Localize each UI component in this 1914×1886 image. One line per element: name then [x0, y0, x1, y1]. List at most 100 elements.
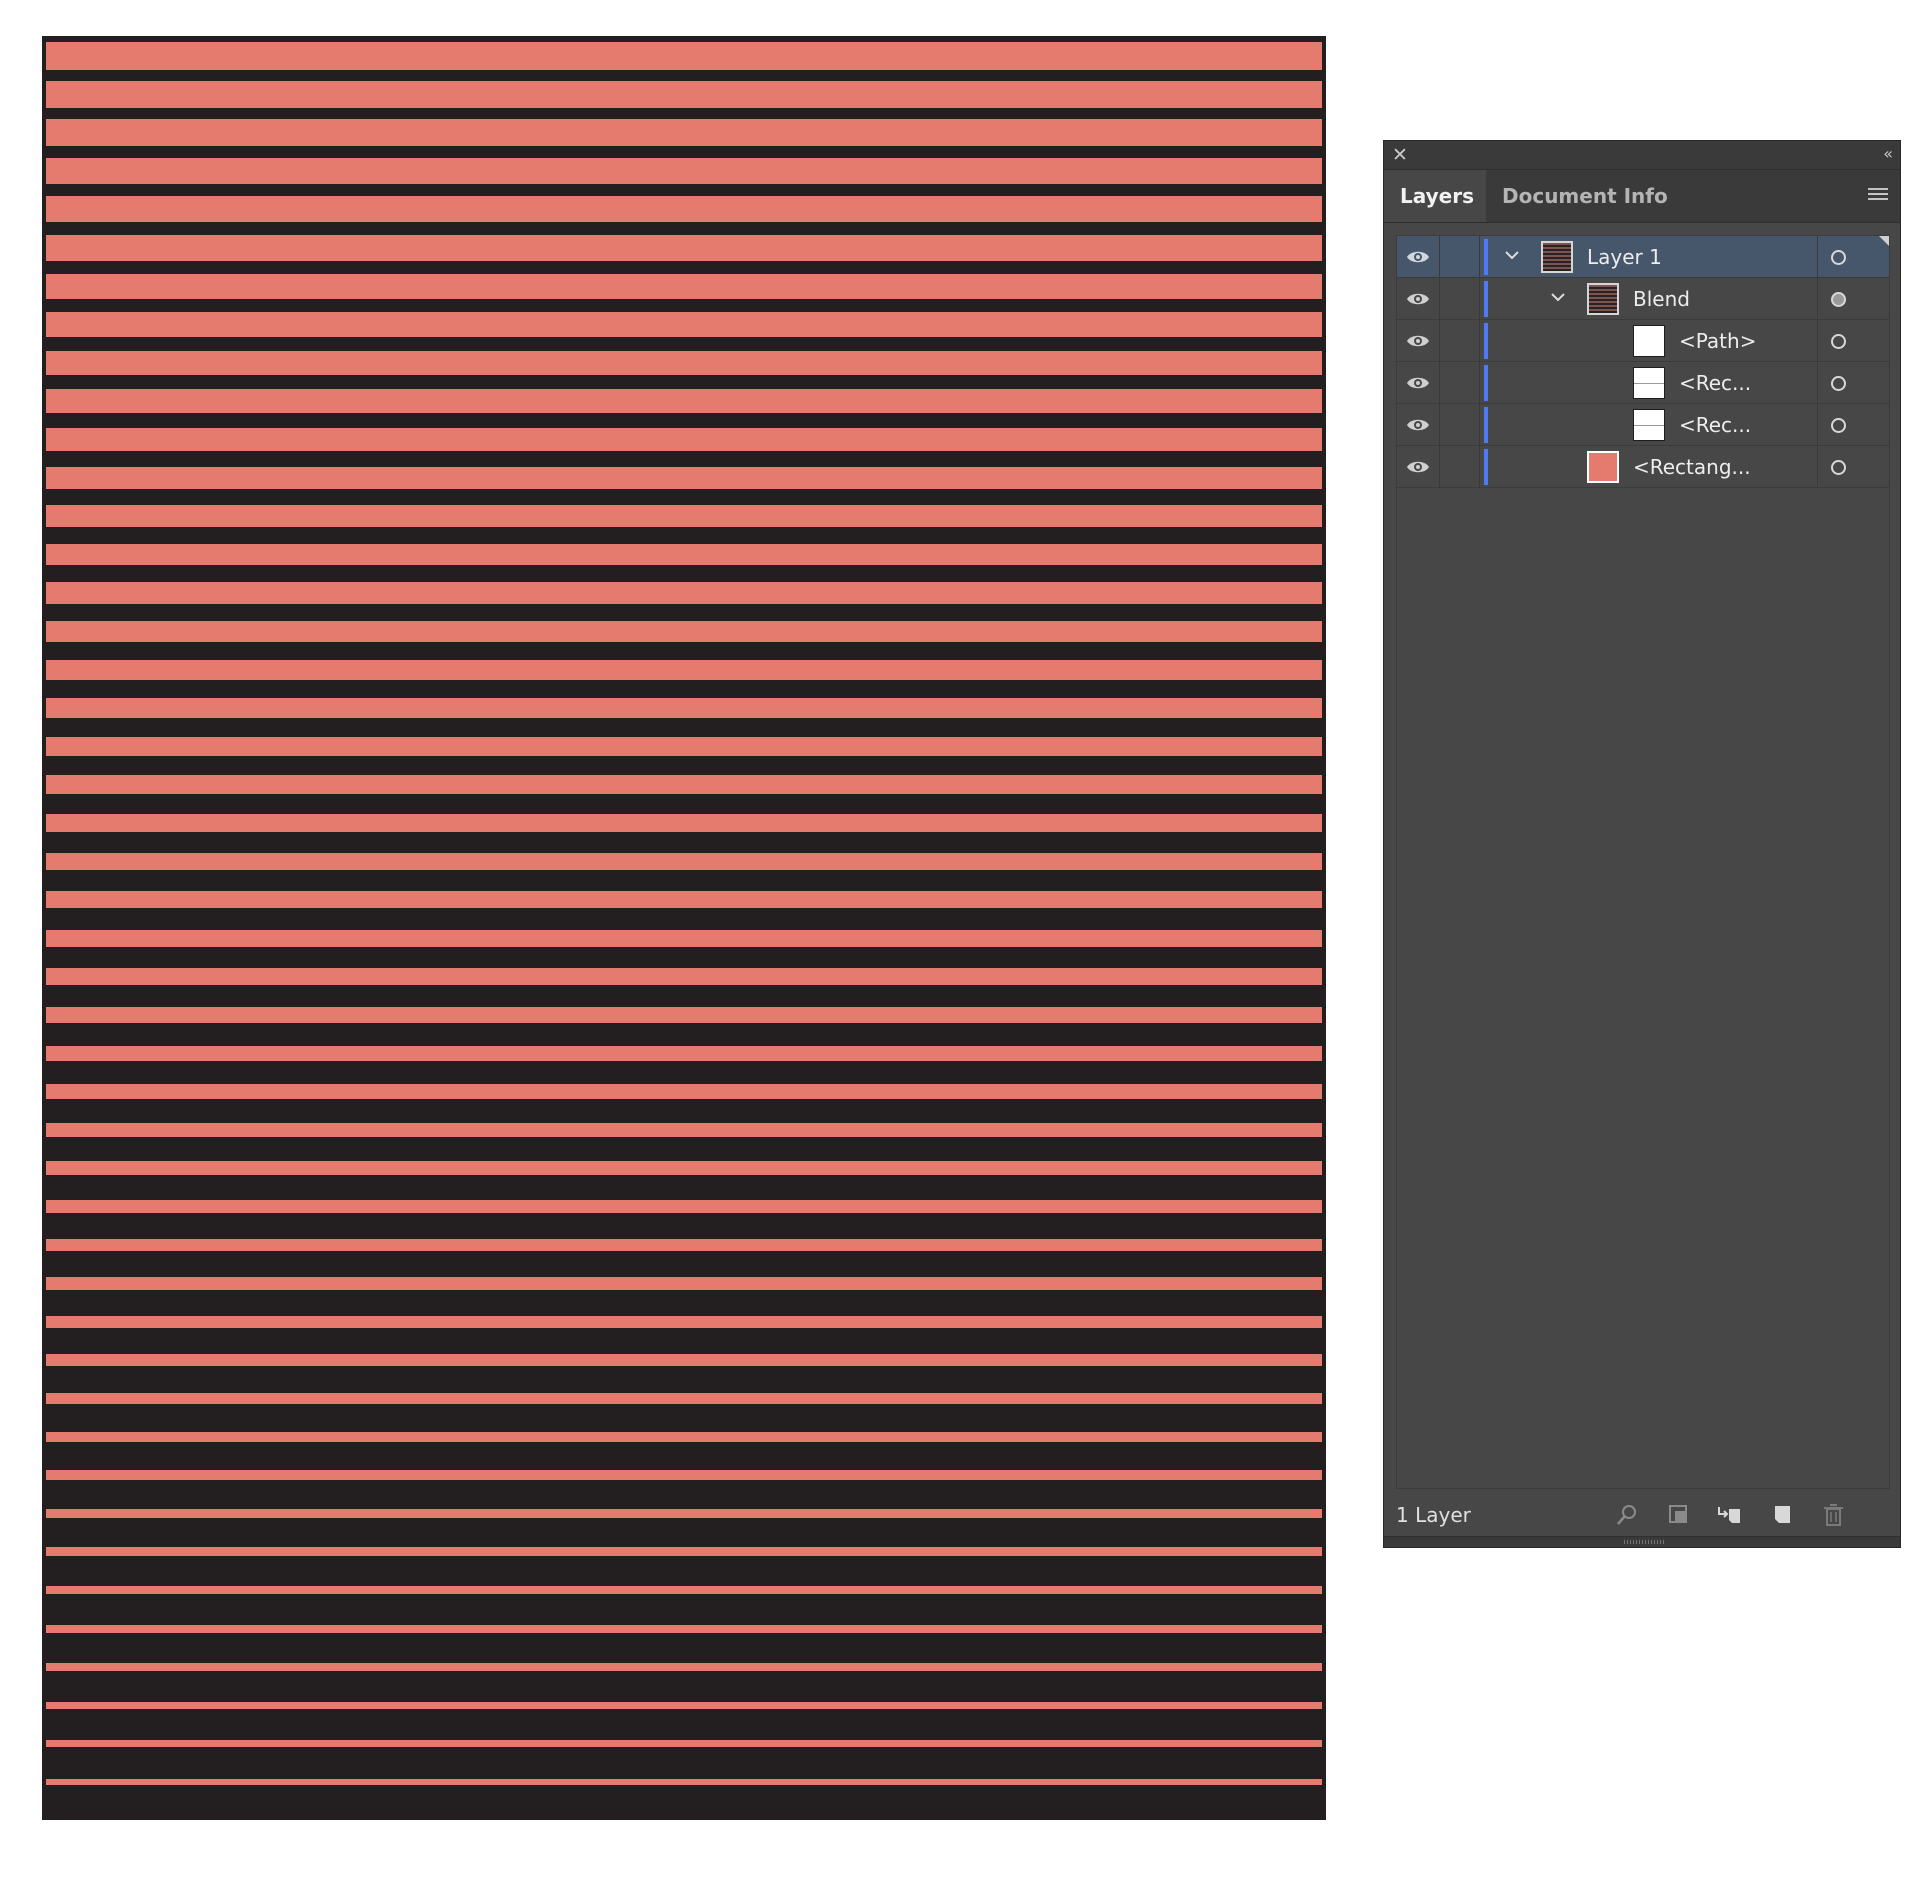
- layer-row-rectangle[interactable]: <Rectang...: [1397, 446, 1889, 488]
- blend-stripe: [46, 505, 1322, 528]
- layer-name[interactable]: <Rec...: [1679, 404, 1751, 446]
- blend-stripe: [46, 1354, 1322, 1366]
- target-icon[interactable]: [1831, 334, 1846, 349]
- layer-count: 1 Layer: [1396, 1503, 1471, 1527]
- panel-footer: 1 Layer: [1384, 1493, 1900, 1537]
- blend-stripe: [46, 1238, 1322, 1252]
- blend-stripe: [46, 1122, 1322, 1138]
- blend-stripe: [46, 1431, 1322, 1442]
- blend-stripe: [46, 1740, 1322, 1747]
- eye-icon[interactable]: [1405, 455, 1431, 479]
- blend-stripe: [46, 543, 1322, 566]
- layer-row-layer-1[interactable]: Layer 1: [1397, 236, 1889, 278]
- tab-document-info[interactable]: Document Info: [1486, 170, 1684, 222]
- eye-icon[interactable]: [1405, 287, 1431, 311]
- blend-stripe: [46, 119, 1322, 147]
- blend-stripe: [46, 466, 1322, 490]
- eye-icon[interactable]: [1405, 329, 1431, 353]
- blend-stripe: [46, 852, 1322, 871]
- blend-stripe: [46, 1200, 1322, 1214]
- layer-color-bar: [1484, 365, 1488, 401]
- blend-stripe: [46, 389, 1322, 413]
- blend-stripe: [46, 80, 1322, 109]
- layer-color-bar: [1484, 239, 1488, 275]
- blend-stripe: [46, 196, 1322, 223]
- blend-stripe: [46, 582, 1322, 604]
- blend-stripe: [46, 968, 1322, 985]
- layer-thumbnail: [1633, 409, 1665, 441]
- blend-stripe: [46, 929, 1322, 947]
- blend-stripe: [46, 1586, 1322, 1595]
- blend-stripe: [46, 350, 1322, 375]
- target-icon[interactable]: [1831, 418, 1846, 433]
- layer-name[interactable]: <Rec...: [1679, 362, 1751, 404]
- blend-stripe: [46, 659, 1322, 680]
- collapse-icon[interactable]: ‹‹: [1883, 142, 1893, 166]
- blend-stripe: [46, 312, 1322, 337]
- blend-stripe: [46, 235, 1322, 261]
- layer-name[interactable]: Blend: [1633, 278, 1690, 320]
- layer-thumbnail: [1541, 241, 1573, 273]
- layer-thumbnail: [1587, 283, 1619, 315]
- blend-stripe: [46, 1624, 1322, 1633]
- layer-row-path[interactable]: <Path>: [1397, 320, 1889, 362]
- blend-stripe: [46, 736, 1322, 756]
- layer-name[interactable]: Layer 1: [1587, 236, 1662, 278]
- blend-stripe: [46, 157, 1322, 185]
- blend-stripe: [46, 428, 1322, 452]
- eye-icon[interactable]: [1405, 371, 1431, 395]
- blend-stripe: [46, 891, 1322, 909]
- blend-stripe: [46, 1779, 1322, 1785]
- layer-row-rect-1[interactable]: <Rec...: [1397, 362, 1889, 404]
- layers-list: Layer 1 Blend <Path> <Rec... <Rec... <Re…: [1396, 235, 1890, 1489]
- layer-name[interactable]: <Rectang...: [1633, 446, 1751, 488]
- blend-stripe: [46, 1701, 1322, 1709]
- blend-stripe: [46, 1315, 1322, 1328]
- blend-stripe: [46, 1393, 1322, 1404]
- delete-icon[interactable]: [1820, 1503, 1846, 1527]
- chevron-down-icon[interactable]: [1503, 246, 1521, 264]
- layer-row-rect-2[interactable]: <Rec...: [1397, 404, 1889, 446]
- blend-stripe: [46, 1084, 1322, 1099]
- layer-thumbnail: [1633, 367, 1665, 399]
- panel-tabbar: Layers Document Info: [1384, 170, 1900, 223]
- layer-color-bar: [1484, 449, 1488, 485]
- layer-thumbnail: [1587, 451, 1619, 483]
- new-layer-icon[interactable]: [1768, 1503, 1794, 1527]
- target-icon[interactable]: [1831, 460, 1846, 475]
- layer-color-bar: [1484, 323, 1488, 359]
- blend-stripe: [46, 1470, 1322, 1481]
- layer-color-bar: [1484, 407, 1488, 443]
- selection-corner-icon: [1879, 236, 1889, 246]
- layers-panel: ✕ ‹‹ Layers Document Info Layer 1 Blend: [1383, 140, 1901, 1548]
- tab-layers[interactable]: Layers: [1384, 170, 1486, 222]
- make-clipping-mask-icon[interactable]: [1666, 1503, 1692, 1527]
- target-icon[interactable]: [1831, 376, 1846, 391]
- blend-stripe: [46, 775, 1322, 795]
- panel-resize-handle[interactable]: [1384, 1536, 1900, 1547]
- layer-name[interactable]: <Path>: [1679, 320, 1756, 362]
- panel-menu-icon[interactable]: [1868, 188, 1888, 202]
- chevron-down-icon[interactable]: [1549, 288, 1567, 306]
- blend-stripe: [46, 1663, 1322, 1671]
- blend-stripe: [46, 698, 1322, 718]
- eye-icon[interactable]: [1405, 245, 1431, 269]
- layer-row-blend[interactable]: Blend: [1397, 278, 1889, 320]
- close-icon[interactable]: ✕: [1392, 143, 1408, 167]
- layer-thumbnail: [1633, 325, 1665, 357]
- layer-color-bar: [1484, 281, 1488, 317]
- blend-stripe: [46, 1045, 1322, 1061]
- target-icon[interactable]: [1831, 292, 1846, 307]
- blend-stripe: [46, 42, 1322, 70]
- blend-stripe: [46, 814, 1322, 833]
- eye-icon[interactable]: [1405, 413, 1431, 437]
- panel-titlebar: ✕ ‹‹: [1384, 141, 1900, 170]
- blend-stripe: [46, 1161, 1322, 1176]
- target-icon[interactable]: [1831, 250, 1846, 265]
- blend-stripe: [46, 273, 1322, 299]
- new-sublayer-icon[interactable]: [1716, 1503, 1742, 1527]
- locate-object-icon[interactable]: [1614, 1503, 1640, 1527]
- blend-stripe: [46, 1007, 1322, 1023]
- blend-stripe: [46, 1508, 1322, 1519]
- blend-stripe: [46, 621, 1322, 642]
